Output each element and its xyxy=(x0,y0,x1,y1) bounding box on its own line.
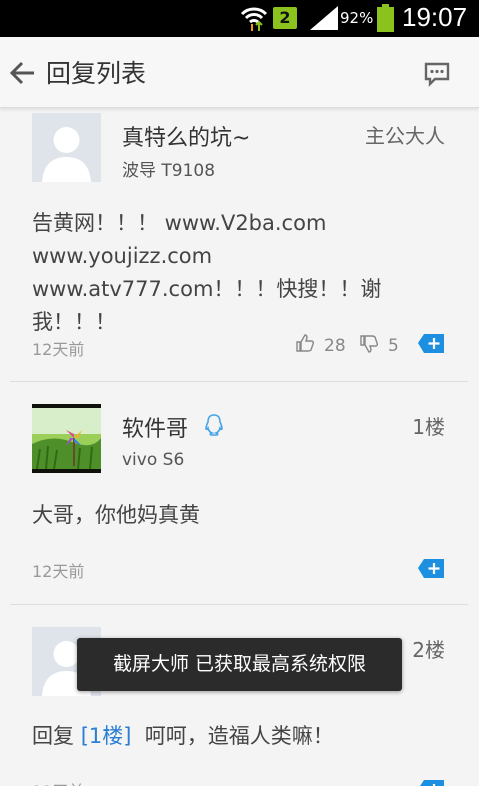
dislike-count: 5 xyxy=(388,336,399,356)
page-title: 回复列表 xyxy=(46,59,147,88)
qq-icon xyxy=(205,414,223,436)
back-arrow-icon[interactable] xyxy=(8,59,38,87)
toast-message: 截屏大师 已获取最高系统权限 xyxy=(77,638,402,691)
device-label: vivo S6 xyxy=(122,450,185,470)
post-body: 回复 [1楼] 呵呵，造福人类嘛！ xyxy=(32,720,452,753)
reply-plus-button[interactable] xyxy=(418,332,444,354)
like-count: 28 xyxy=(324,336,346,356)
thumbs-up-icon[interactable] xyxy=(295,333,315,353)
username[interactable]: 真特么的坑~ xyxy=(122,120,250,152)
reply-text: 呵呵，造福人类嘛！ xyxy=(144,724,334,748)
list-item[interactable]: 真特么的坑~ 2楼 回复 [1楼] 呵呵，造福人类嘛！ 11天前 xyxy=(0,604,479,786)
comment-icon[interactable] xyxy=(423,59,451,87)
post-time: 12天前 xyxy=(32,562,85,581)
avatar[interactable] xyxy=(32,113,101,182)
floor-label: 主公大人 xyxy=(365,124,445,148)
post-body: 大哥，你他妈真黄 xyxy=(32,503,200,527)
avatar[interactable] xyxy=(32,404,101,473)
floor-label: 1楼 xyxy=(412,415,445,439)
list-item[interactable]: 软件哥 vivo S6 1楼 大哥，你他妈真黄 12天前 xyxy=(0,382,479,604)
floor-link[interactable]: [1楼] xyxy=(81,724,132,748)
post-time: 12天前 xyxy=(32,340,85,359)
reply-plus-button[interactable] xyxy=(418,557,444,579)
reply-prefix: 回复 xyxy=(32,724,74,748)
device-label: 波导 T9108 xyxy=(122,161,216,181)
thumbs-down-icon[interactable] xyxy=(359,334,379,354)
action-bar: 回复列表 xyxy=(0,37,479,108)
post-body: 告黄网！！！ www.V2ba.com www.youjizz.com www.… xyxy=(32,211,382,334)
reply-plus-button[interactable] xyxy=(418,778,444,786)
username[interactable]: 软件哥 xyxy=(122,411,188,443)
floor-label: 2楼 xyxy=(412,638,445,662)
post-time: 11天前 xyxy=(32,778,84,786)
